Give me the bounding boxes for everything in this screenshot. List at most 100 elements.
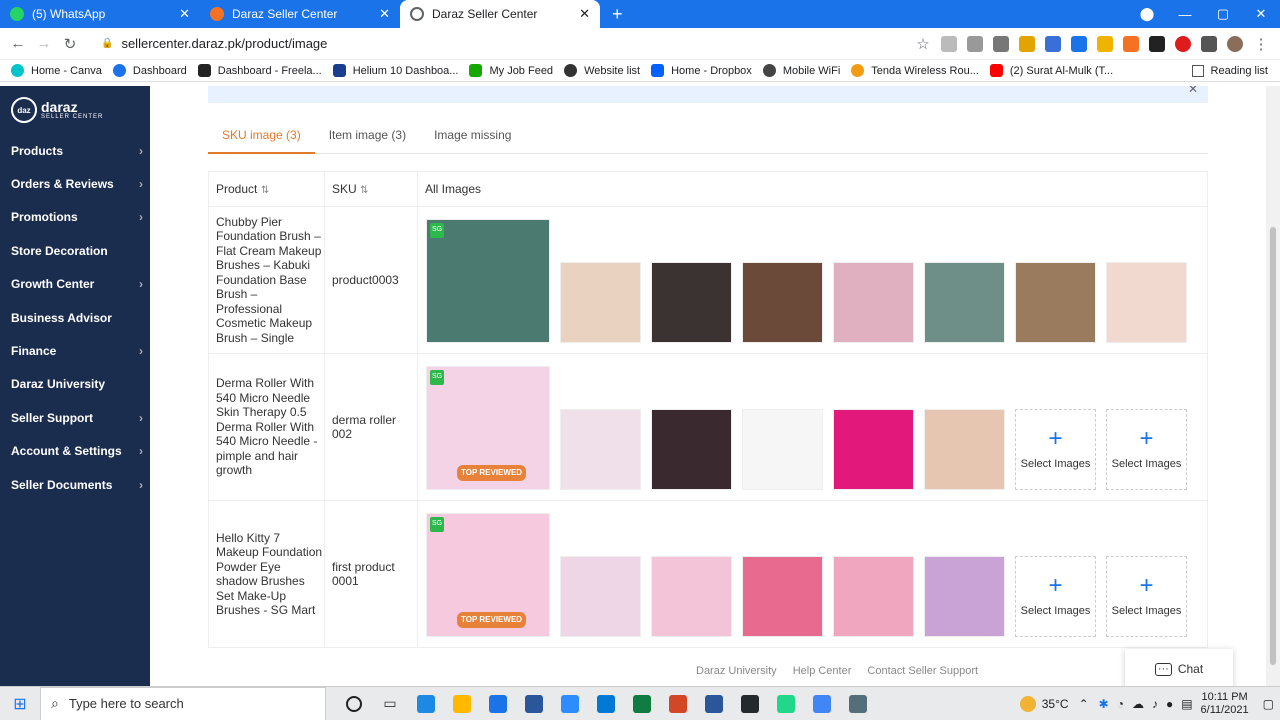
taskbar-app-icon[interactable] bbox=[840, 687, 876, 720]
taskbar-app-icon[interactable] bbox=[768, 687, 804, 720]
product-image-thumbnail[interactable] bbox=[1015, 262, 1096, 343]
sidebar-item-seller-documents[interactable]: Seller Documents › bbox=[0, 468, 150, 501]
extensions-puzzle-icon[interactable] bbox=[1201, 35, 1217, 52]
product-image-thumbnail[interactable] bbox=[924, 556, 1005, 637]
product-image-thumbnail[interactable] bbox=[651, 262, 732, 343]
taskbar-app-icon[interactable] bbox=[588, 687, 624, 720]
product-image-thumbnail[interactable] bbox=[651, 556, 732, 637]
tab-image-missing[interactable]: Image missing bbox=[420, 126, 525, 154]
sidebar-item-products[interactable]: Products › bbox=[0, 134, 150, 167]
reading-list[interactable]: Reading list bbox=[1191, 64, 1268, 77]
taskbar-app-icon[interactable] bbox=[660, 687, 696, 720]
profile-dropdown-icon[interactable]: ⬤ bbox=[1128, 6, 1166, 22]
product-image-thumbnail[interactable] bbox=[742, 556, 823, 637]
product-image-thumbnail[interactable] bbox=[560, 262, 641, 343]
sidebar-item-orders-reviews[interactable]: Orders & Reviews › bbox=[0, 167, 150, 200]
bluetooth-icon[interactable]: ✱ bbox=[1099, 697, 1109, 711]
cloud-icon[interactable]: ☁ bbox=[1132, 697, 1144, 711]
daraz-logo[interactable]: daz daraz SELLER CENTER bbox=[0, 86, 150, 134]
browser-tab-whatsapp[interactable]: (5) WhatsApp ✕ bbox=[0, 0, 200, 28]
task-view-icon[interactable]: ▭ bbox=[372, 687, 408, 720]
url-field[interactable]: 🔒 sellercenter.daraz.pk/product/image bbox=[101, 36, 327, 51]
tray-chevron-icon[interactable]: ⌃ bbox=[1079, 697, 1089, 711]
temperature[interactable]: 35°C bbox=[1042, 697, 1069, 711]
footer-link-contact-support[interactable]: Contact Seller Support bbox=[867, 665, 978, 677]
close-icon[interactable]: ✕ bbox=[1188, 86, 1198, 96]
sidebar-item-promotions[interactable]: Promotions › bbox=[0, 201, 150, 234]
tab-item-image[interactable]: Item image (3) bbox=[315, 126, 420, 154]
extension-icon[interactable] bbox=[1019, 35, 1035, 52]
close-tab-icon[interactable]: ✕ bbox=[179, 6, 190, 22]
forward-button[interactable]: → bbox=[31, 35, 57, 52]
product-image-thumbnail[interactable] bbox=[833, 262, 914, 343]
windows-start-icon[interactable]: ⊞ bbox=[0, 694, 40, 714]
scrollbar-thumb[interactable] bbox=[1269, 226, 1277, 666]
product-image-thumbnail[interactable] bbox=[742, 262, 823, 343]
select-images-button[interactable]: + Select Images bbox=[1106, 556, 1187, 637]
taskbar-search[interactable]: ⌕ Type here to search bbox=[40, 686, 326, 720]
bookmark-upwork[interactable]: My Job Feed bbox=[469, 64, 553, 77]
close-window-button[interactable]: ✕ bbox=[1242, 6, 1280, 22]
taskbar-app-icon[interactable] bbox=[696, 687, 732, 720]
bookmark-freelancer[interactable]: Dashboard - Freela... bbox=[197, 64, 322, 77]
product-image-thumbnail[interactable] bbox=[924, 262, 1005, 343]
sidebar-item-business-advisor[interactable]: Business Advisor bbox=[0, 301, 150, 334]
select-images-button[interactable]: + Select Images bbox=[1015, 409, 1096, 490]
bookmark-helium10[interactable]: Helium 10 Dashboa... bbox=[332, 64, 458, 77]
taskbar-app-icon[interactable] bbox=[624, 687, 660, 720]
tab-sku-image[interactable]: SKU image (3) bbox=[208, 126, 315, 154]
bookmark-youtube[interactable]: (2) Surat Al-Mulk (T... bbox=[989, 64, 1113, 77]
header-sku[interactable]: SKU ⇅ bbox=[324, 171, 418, 207]
bookmark-website-list[interactable]: Website list bbox=[564, 64, 640, 77]
bookmark-home-canva[interactable]: Home - Canva bbox=[11, 64, 102, 77]
new-tab-button[interactable]: + bbox=[600, 0, 635, 28]
product-image-thumbnail[interactable] bbox=[833, 556, 914, 637]
sort-icon[interactable]: ⇅ bbox=[261, 185, 269, 196]
header-product[interactable]: Product ⇅ bbox=[208, 171, 325, 207]
network-icon[interactable]: ◔ bbox=[1117, 697, 1124, 711]
sidebar-item-growth-center[interactable]: Growth Center › bbox=[0, 268, 150, 301]
weather-icon[interactable] bbox=[1019, 695, 1036, 712]
extension-icon[interactable] bbox=[1149, 35, 1165, 52]
bookmark-mobile-wifi[interactable]: Mobile WiFi bbox=[762, 64, 840, 77]
taskbar-app-icon[interactable] bbox=[552, 687, 588, 720]
browser-tab-seller-center-2[interactable]: Daraz Seller Center ✕ bbox=[400, 0, 600, 28]
clock[interactable]: 10:11 PM 6/11/2021 bbox=[1201, 691, 1249, 717]
extension-icon[interactable] bbox=[1123, 35, 1139, 52]
extension-icon[interactable] bbox=[993, 35, 1009, 52]
volume-icon[interactable]: ♪ bbox=[1152, 697, 1158, 711]
cortana-icon[interactable] bbox=[336, 687, 372, 720]
microphone-icon[interactable]: ● bbox=[1166, 697, 1173, 711]
sidebar-item-daraz-university[interactable]: Daraz University bbox=[0, 368, 150, 401]
sidebar-item-seller-support[interactable]: Seller Support › bbox=[0, 401, 150, 434]
footer-link-help-center[interactable]: Help Center bbox=[793, 665, 852, 677]
extension-icon[interactable] bbox=[1097, 35, 1113, 52]
product-image-thumbnail[interactable] bbox=[651, 409, 732, 490]
page-scrollbar[interactable] bbox=[1266, 86, 1280, 686]
maximize-button[interactable]: ▢ bbox=[1204, 6, 1242, 22]
select-images-button[interactable]: + Select Images bbox=[1106, 409, 1187, 490]
product-image-thumbnail[interactable] bbox=[742, 409, 823, 490]
main-product-image[interactable]: SG TOP REVIEWED bbox=[426, 366, 550, 490]
main-product-image[interactable]: SG bbox=[426, 219, 550, 343]
reload-button[interactable]: ↻ bbox=[57, 35, 83, 53]
extension-icon[interactable] bbox=[1175, 35, 1191, 52]
taskbar-app-icon[interactable] bbox=[444, 687, 480, 720]
main-product-image[interactable]: SG TOP REVIEWED bbox=[426, 513, 550, 637]
taskbar-app-icon[interactable] bbox=[516, 687, 552, 720]
product-image-thumbnail[interactable] bbox=[560, 409, 641, 490]
browser-tab-seller-center-1[interactable]: Daraz Seller Center ✕ bbox=[200, 0, 400, 28]
product-image-thumbnail[interactable] bbox=[560, 556, 641, 637]
extension-icon[interactable] bbox=[941, 35, 957, 52]
close-tab-icon[interactable]: ✕ bbox=[379, 6, 390, 22]
chat-button[interactable]: ··· Chat bbox=[1125, 649, 1233, 689]
extension-icon[interactable] bbox=[1071, 35, 1087, 52]
back-button[interactable]: ← bbox=[5, 35, 31, 52]
sidebar-item-finance[interactable]: Finance › bbox=[0, 334, 150, 367]
bookmark-tenda[interactable]: Tenda Wireless Rou... bbox=[851, 64, 979, 77]
sidebar-item-store-decoration[interactable]: Store Decoration bbox=[0, 234, 150, 267]
bookmark-star-icon[interactable]: ☆ bbox=[910, 35, 936, 53]
taskbar-app-icon[interactable] bbox=[408, 687, 444, 720]
close-tab-icon[interactable]: ✕ bbox=[579, 6, 590, 22]
footer-link-daraz-university[interactable]: Daraz University bbox=[696, 665, 777, 677]
